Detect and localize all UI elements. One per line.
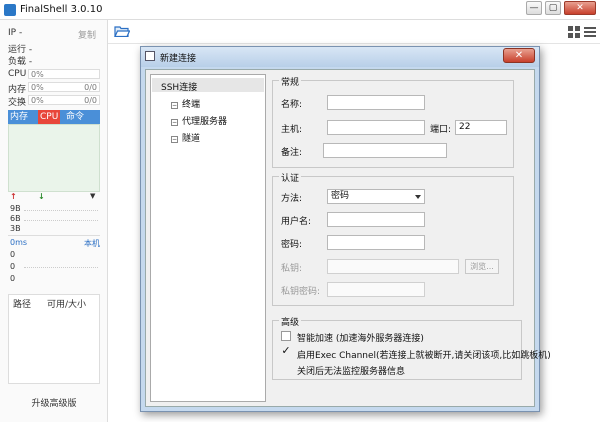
collapse-icon: − xyxy=(171,136,178,143)
private-key-field xyxy=(327,259,459,274)
net-scale-label: 6B xyxy=(10,214,21,223)
grid-line xyxy=(24,210,98,211)
grid-line xyxy=(24,220,98,221)
column-header-path[interactable]: 路径 xyxy=(13,297,31,310)
cpu-bar: 0% xyxy=(28,69,100,79)
dialog-close-button[interactable]: ✕ xyxy=(503,48,535,63)
note-label: 备注: xyxy=(281,148,303,158)
host-field[interactable] xyxy=(327,120,425,135)
collapse-icon: − xyxy=(171,119,178,126)
ping-value: 0 xyxy=(10,250,16,259)
tree-item-proxy[interactable]: − 代理服务器 xyxy=(171,114,227,127)
auth-group: 认证 方法: 密码 用户名: 密码: 私钥: 浏览... 私钥密码: xyxy=(272,171,514,306)
password-field[interactable] xyxy=(327,235,425,250)
key-password-label: 私钥密码: xyxy=(281,287,321,297)
username-label: 用户名: xyxy=(281,217,312,227)
browse-button: 浏览... xyxy=(465,259,499,274)
cpu-label: CPU xyxy=(8,69,27,79)
window-titlebar: FinalShell 3.0.10 — ▢ ✕ xyxy=(0,0,600,20)
exec-channel-label: 启用Exec Channel(若连接上就被断开,请关闭该项,比如跳板机) xyxy=(297,351,551,361)
dialog-title: 新建连接 xyxy=(160,54,197,64)
upload-arrow-icon: ↑ xyxy=(10,192,17,201)
tab-memory[interactable]: 内存 xyxy=(8,110,30,124)
exec-channel-note: 关闭后无法监控服务器信息 xyxy=(297,367,406,377)
auth-method-select[interactable]: 密码 xyxy=(327,189,425,204)
ping-value: 0 xyxy=(10,262,16,271)
exec-channel-checkbox[interactable]: ✓ xyxy=(281,345,291,357)
swap-bar: 0% 0/0 xyxy=(28,95,100,105)
minimize-button[interactable]: — xyxy=(526,1,542,15)
note-field[interactable] xyxy=(323,143,447,158)
download-arrow-icon: ↓ xyxy=(38,192,45,201)
tab-command[interactable]: 命令 xyxy=(64,110,86,124)
name-field[interactable] xyxy=(327,95,425,110)
close-button[interactable]: ✕ xyxy=(564,1,596,15)
general-group: 常规 名称: 主机: 端口: 22 备注: xyxy=(272,75,514,168)
key-password-field xyxy=(327,282,425,297)
dialog-app-icon xyxy=(145,51,155,61)
dialog-body: SSH连接 − 终端 − 代理服务器 − 隧道 常规 名称: 主机: 端口: 22 备… xyxy=(145,69,551,407)
menu-icon[interactable] xyxy=(584,26,596,38)
ping-host[interactable]: 本机 xyxy=(84,238,100,249)
new-connection-dialog: 新建连接 ✕ SSH连接 − 终端 − 代理服务器 − 隧道 常规 名称: 主机: 端… xyxy=(140,46,551,412)
mem-label: 内存 xyxy=(8,85,27,95)
process-list[interactable] xyxy=(8,124,100,192)
username-field[interactable] xyxy=(327,212,425,227)
chevron-down-icon xyxy=(415,195,421,199)
grid-line xyxy=(24,267,98,268)
open-folder-icon[interactable] xyxy=(114,25,130,37)
upgrade-link[interactable]: 升级高级版 xyxy=(0,396,108,409)
net-scale-label: 9B xyxy=(10,204,21,213)
tab-cpu[interactable]: CPU xyxy=(38,110,61,124)
tree-item-tunnel[interactable]: − 隧道 xyxy=(171,131,200,144)
toolbar xyxy=(108,20,600,44)
mem-bar: 0% 0/0 xyxy=(28,82,100,92)
tree-item-terminal[interactable]: − 终端 xyxy=(171,97,200,110)
advanced-group: 高级 智能加速 (加速海外服务器连接) ✓ 启用Exec Channel(若连接… xyxy=(272,315,551,380)
disk-table: 路径 可用/大小 xyxy=(8,294,100,384)
network-graph: ↑ ↓ ▼ 9B 6B 3B xyxy=(8,192,100,233)
name-label: 名称: xyxy=(281,100,303,110)
network-menu-icon[interactable]: ▼ xyxy=(90,192,95,200)
password-label: 密码: xyxy=(281,240,303,250)
copy-button[interactable]: 复制 xyxy=(78,28,96,41)
advanced-legend: 高级 xyxy=(279,315,302,328)
grid-view-icon[interactable] xyxy=(568,26,580,38)
collapse-icon: − xyxy=(171,102,178,109)
dialog-titlebar: 新建连接 ✕ xyxy=(141,47,539,67)
method-label: 方法: xyxy=(281,194,303,204)
app-logo-icon xyxy=(4,4,16,16)
net-scale-label: 3B xyxy=(10,224,21,233)
general-legend: 常规 xyxy=(279,75,302,88)
host-label: 主机: xyxy=(281,125,303,135)
load-label: 负载 - xyxy=(8,57,33,67)
port-label: 端口: xyxy=(430,125,452,135)
ip-label: IP - xyxy=(8,28,23,38)
settings-tree: SSH连接 − 终端 − 代理服务器 − 隧道 xyxy=(150,74,266,402)
private-key-label: 私钥: xyxy=(281,264,303,274)
port-field[interactable]: 22 xyxy=(455,120,507,135)
column-header-size[interactable]: 可用/大小 xyxy=(47,297,86,310)
ping-panel: 0ms 本机 0 0 0 xyxy=(8,235,100,291)
swap-label: 交换 xyxy=(8,98,27,108)
ping-latency: 0ms xyxy=(10,238,28,247)
window-title: FinalShell 3.0.10 xyxy=(20,4,103,15)
auth-legend: 认证 xyxy=(279,171,302,184)
ping-value: 0 xyxy=(10,274,16,283)
process-tabs: 内存 CPU 命令 xyxy=(8,110,100,124)
sidebar: IP - 复制 运行 - 负载 - CPU 0% 内存 0% 0/0 交换 0% 0… xyxy=(0,20,108,422)
maximize-button[interactable]: ▢ xyxy=(545,1,561,15)
smart-accel-label: 智能加速 (加速海外服务器连接) xyxy=(297,334,424,344)
tree-item-ssh[interactable]: SSH连接 xyxy=(161,80,197,93)
smart-accel-checkbox[interactable] xyxy=(281,331,291,341)
